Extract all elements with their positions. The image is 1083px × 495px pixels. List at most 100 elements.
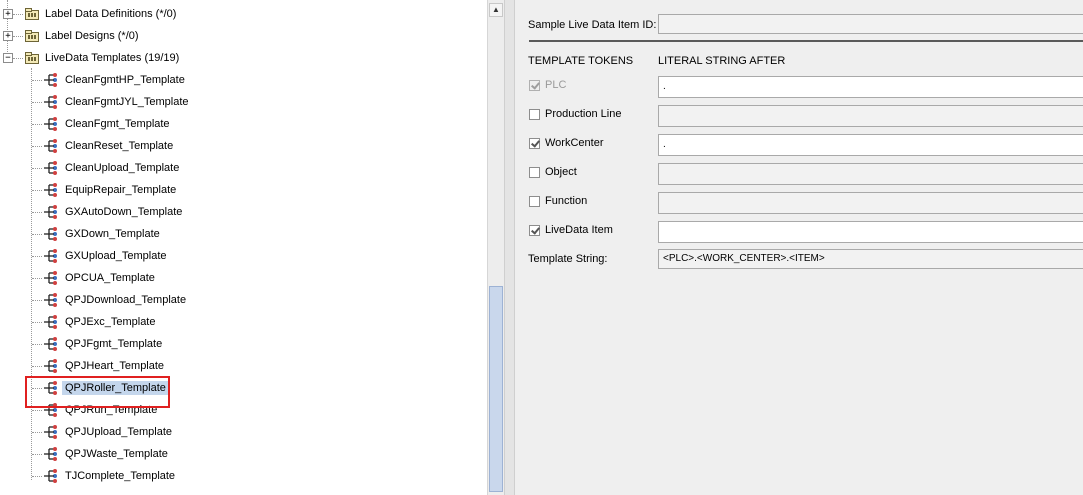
sample-id-field[interactable] (658, 14, 1083, 34)
tree-template-label[interactable]: CleanFgmt_Template (62, 117, 173, 131)
tree-guide-line (32, 168, 42, 169)
tree-template-label[interactable]: TJComplete_Template (62, 469, 178, 483)
tree-guide-line (13, 58, 23, 59)
sample-id-label: Sample Live Data Item ID: (528, 19, 657, 31)
plus-expander-icon[interactable]: + (3, 9, 13, 19)
tree-guide-line (32, 300, 42, 301)
tree-folder-node[interactable]: + Label Data Definitions (*/0) (0, 3, 487, 25)
tree-template-node[interactable]: QPJFgmt_Template (0, 333, 487, 355)
tree-template-label[interactable]: CleanReset_Template (62, 139, 176, 153)
tree-guide-line (32, 366, 42, 367)
literal-string-header: LITERAL STRING AFTER (658, 55, 786, 67)
template-tree-icon (43, 469, 59, 483)
template-tree-icon (43, 447, 59, 461)
plus-expander-icon[interactable]: + (3, 31, 13, 41)
template-tree-icon (43, 227, 59, 241)
tree-guide-line (32, 80, 42, 81)
tree-template-label[interactable]: GXAutoDown_Template (62, 205, 185, 219)
tree-guide-line (32, 234, 42, 235)
tree-folder-node[interactable]: + Label Designs (*/0) (0, 25, 487, 47)
literal-string-field[interactable]: . (658, 134, 1083, 156)
tree-folder-node[interactable]: − LiveData Templates (19/19) (0, 47, 487, 69)
template-tree-icon (43, 271, 59, 285)
template-tree-icon (43, 337, 59, 351)
tree-template-node[interactable]: QPJHeart_Template (0, 355, 487, 377)
template-tree-icon (43, 95, 59, 109)
tree-guide-line (13, 36, 23, 37)
template-tree-icon (43, 183, 59, 197)
tree-scrollbar[interactable]: ▲ (487, 0, 504, 495)
tree-template-label[interactable]: CleanFgmtJYL_Template (62, 95, 192, 109)
tree-template-node[interactable]: GXUpload_Template (0, 245, 487, 267)
template-tree-icon (43, 425, 59, 439)
tree-template-node[interactable]: CleanFgmt_Template (0, 113, 487, 135)
literal-string-field (658, 105, 1083, 127)
tree-template-node[interactable]: CleanFgmtJYL_Template (0, 91, 487, 113)
tree-guide-line (32, 190, 42, 191)
tree-template-label[interactable]: EquipRepair_Template (62, 183, 179, 197)
template-tree-icon (43, 205, 59, 219)
folder-icon (25, 52, 39, 64)
template-tree-icon (43, 117, 59, 131)
tree-guide-line (32, 322, 42, 323)
token-checkbox[interactable] (529, 167, 540, 178)
tree-template-node[interactable]: QPJDownload_Template (0, 289, 487, 311)
tree-folder-label[interactable]: Label Data Definitions (*/0) (42, 7, 179, 21)
literal-string-field (658, 163, 1083, 185)
tree-template-node[interactable]: OPCUA_Template (0, 267, 487, 289)
tree-template-label[interactable]: CleanFgmtHP_Template (62, 73, 188, 87)
token-checkbox[interactable] (529, 138, 540, 149)
template-string-label: Template String: (528, 253, 608, 265)
tree-guide-line (32, 256, 42, 257)
template-tree-icon (43, 315, 59, 329)
tree-folder-label[interactable]: LiveData Templates (19/19) (42, 51, 182, 65)
minus-expander-icon[interactable]: − (3, 53, 13, 63)
tree-template-node[interactable]: QPJWaste_Template (0, 443, 487, 465)
tree-template-label[interactable]: QPJWaste_Template (62, 447, 171, 461)
highlight-box (25, 376, 170, 408)
tree-guide-line (32, 212, 42, 213)
tree-template-label[interactable]: QPJHeart_Template (62, 359, 167, 373)
scroll-up-arrow-icon[interactable]: ▲ (489, 3, 503, 17)
tree-guide-line (13, 14, 23, 15)
tree-template-node[interactable]: TJComplete_Template (0, 465, 487, 487)
tree-template-label[interactable]: CleanUpload_Template (62, 161, 182, 175)
token-checkbox[interactable] (529, 109, 540, 120)
tree-panel: + Label Data Definitions (*/0) + Label Desi… (0, 0, 487, 495)
detail-panel: Sample Live Data Item ID: TEMPLATE TOKEN… (515, 0, 1083, 495)
tree-template-label[interactable]: GXDown_Template (62, 227, 163, 241)
tree-template-label[interactable]: QPJFgmt_Template (62, 337, 165, 351)
tree-template-label[interactable]: QPJUpload_Template (62, 425, 175, 439)
tree-guide-line (32, 410, 42, 411)
tree-guide-line (32, 476, 42, 477)
tree-folder-label[interactable]: Label Designs (*/0) (42, 29, 142, 43)
tree-template-node[interactable]: GXDown_Template (0, 223, 487, 245)
tree-template-label[interactable]: QPJExc_Template (62, 315, 158, 329)
template-string-field: <PLC>.<WORK_CENTER>.<ITEM> (658, 249, 1083, 269)
tree-template-label[interactable]: GXUpload_Template (62, 249, 170, 263)
token-checkbox (529, 80, 540, 91)
tree-template-node[interactable]: QPJUpload_Template (0, 421, 487, 443)
tree-template-node[interactable]: CleanReset_Template (0, 135, 487, 157)
tree-template-label[interactable]: QPJDownload_Template (62, 293, 189, 307)
tree-template-node[interactable]: GXAutoDown_Template (0, 201, 487, 223)
literal-string-field[interactable] (658, 221, 1083, 243)
split-pane-divider[interactable] (504, 0, 515, 495)
folder-icon (25, 8, 39, 20)
literal-string-field[interactable]: . (658, 76, 1083, 98)
tree-template-node[interactable]: CleanUpload_Template (0, 157, 487, 179)
template-tokens-header: TEMPLATE TOKENS (528, 55, 634, 67)
tree-template-node[interactable]: EquipRepair_Template (0, 179, 487, 201)
template-tree-icon (43, 293, 59, 307)
token-checkbox[interactable] (529, 225, 540, 236)
token-label: PLC (545, 79, 567, 91)
tree-template-node[interactable]: QPJExc_Template (0, 311, 487, 333)
tree-template-node[interactable]: CleanFgmtHP_Template (0, 69, 487, 91)
token-checkbox[interactable] (529, 196, 540, 207)
folder-icon (25, 30, 39, 42)
token-label: Object (545, 166, 577, 178)
template-tree-icon (43, 359, 59, 373)
token-label: LiveData Item (545, 224, 613, 236)
scroll-thumb[interactable] (489, 286, 503, 492)
tree-template-label[interactable]: OPCUA_Template (62, 271, 158, 285)
